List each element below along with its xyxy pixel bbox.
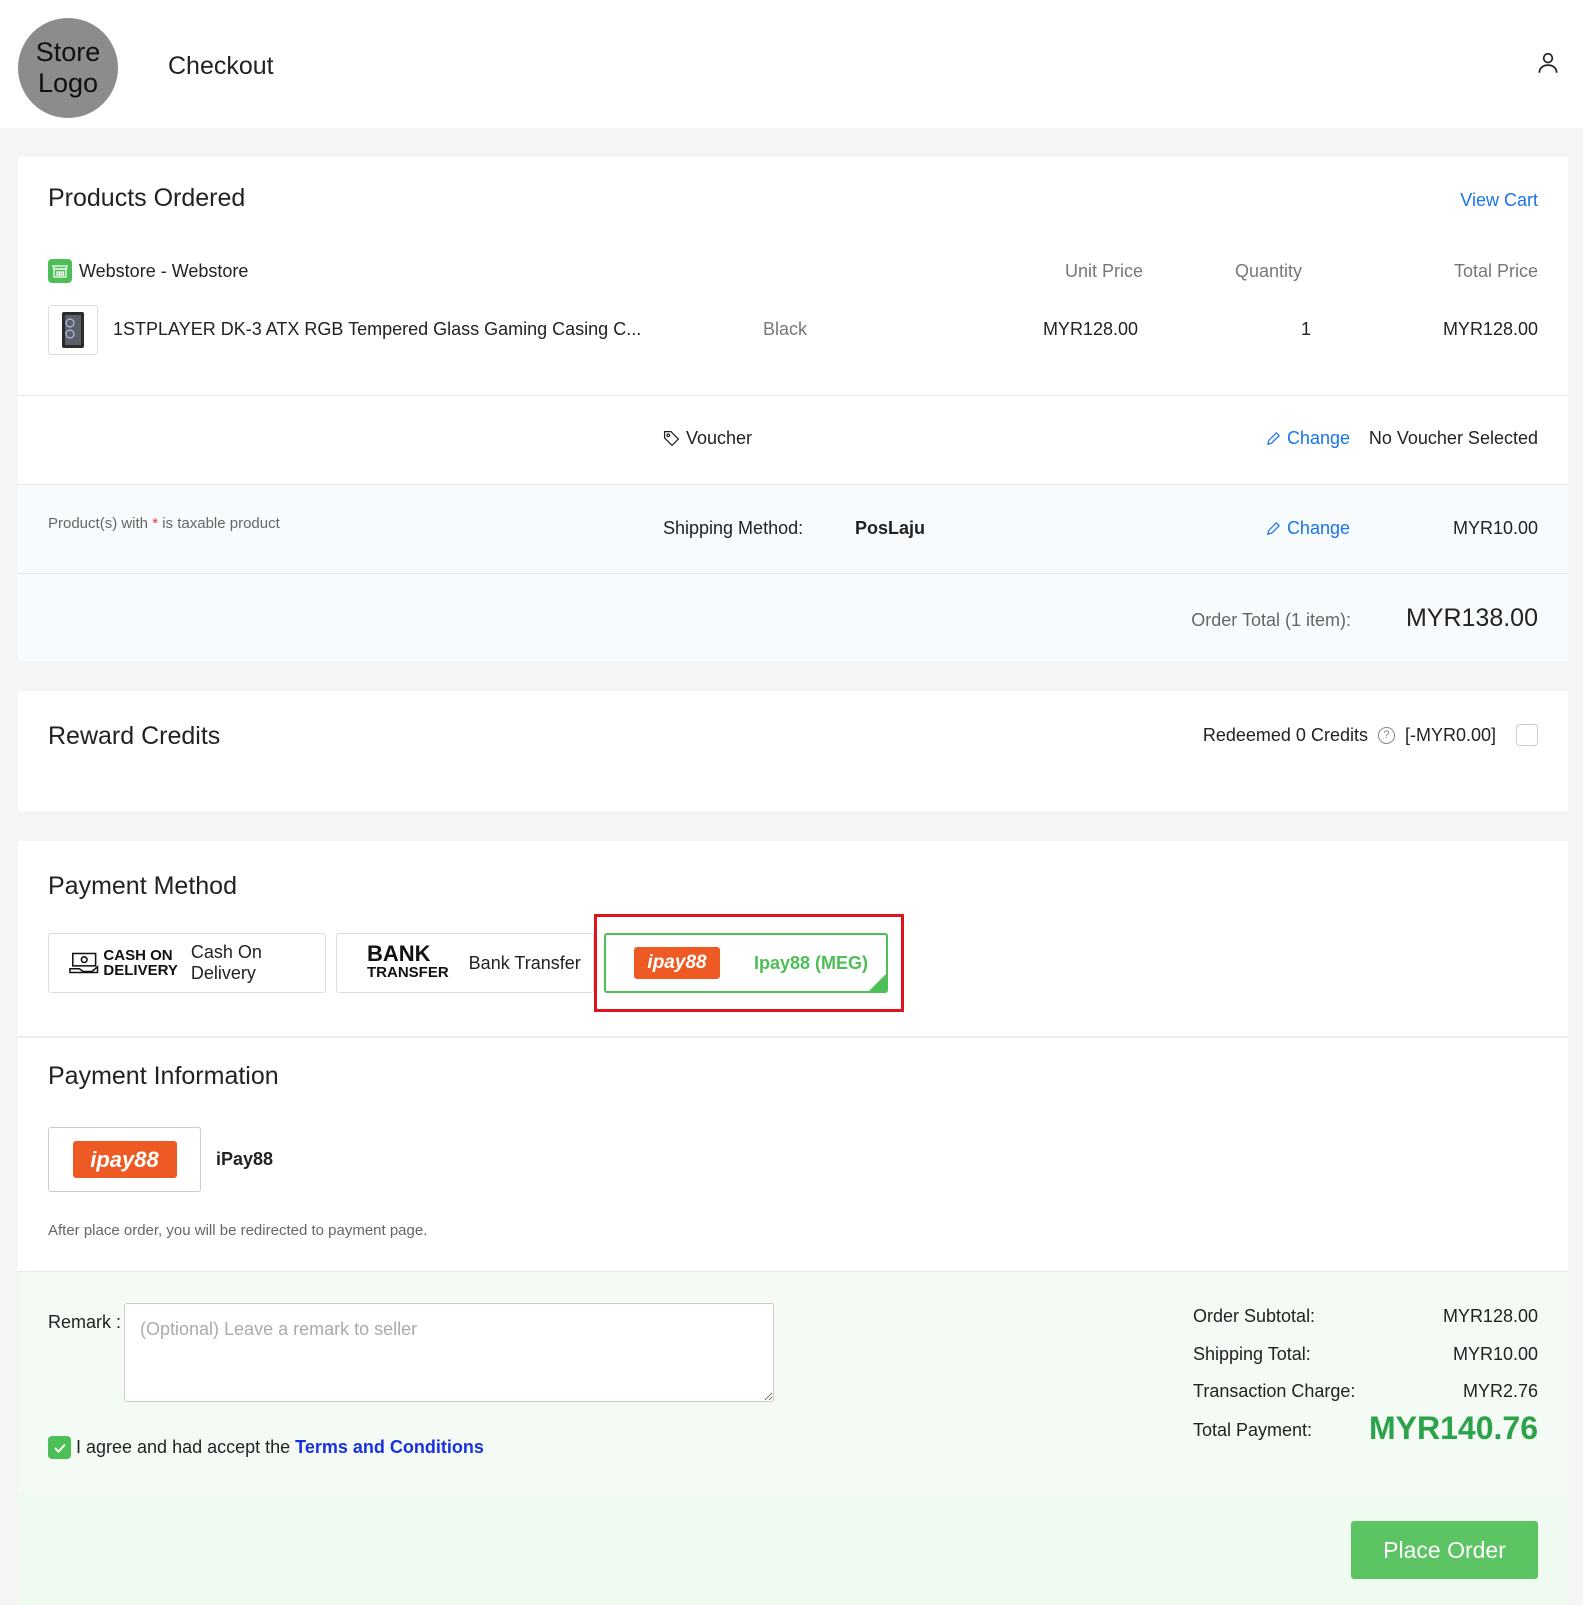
store-logo-text: Store Logo [35, 37, 101, 98]
payment-option-bank-transfer[interactable]: BANK TRANSFER Bank Transfer [336, 933, 594, 993]
shipping-row: Product(s) with * is taxable product Shi… [18, 485, 1568, 573]
order-total-row: Order Total (1 item): MYR138.00 [18, 574, 1568, 661]
remark-input[interactable] [124, 1303, 774, 1402]
header: Store Logo Checkout [0, 0, 1583, 128]
product-total-price: MYR128.00 [1442, 319, 1538, 339]
shipping-change-button[interactable]: Change [1266, 518, 1350, 539]
voucher-value: No Voucher Selected [1368, 428, 1538, 448]
payment-method-card: Payment Method CASH ON DELIVERY Cash On D… [18, 841, 1568, 1271]
product-name[interactable]: 1STPLAYER DK-3 ATX RGB Tempered Glass Ga… [113, 319, 641, 340]
bank-transfer-logo: BANK TRANSFER [367, 942, 449, 981]
payment-option-label: Bank Transfer [468, 952, 581, 973]
product-unit-price: MYR128.00 [1042, 319, 1138, 339]
payment-info-name: iPay88 [216, 1149, 274, 1169]
pencil-icon [1266, 522, 1280, 535]
store-icon [48, 259, 72, 283]
voucher-row: Voucher Change No Voucher Selected [18, 396, 1568, 484]
remark-label-text: Remark [48, 1312, 112, 1332]
bank-logo-line2: TRANSFER [367, 963, 449, 981]
products-title: Products Ordered [48, 184, 246, 212]
products-card: Products Ordered View Cart Webstore - We… [18, 157, 1568, 661]
bank-logo-line1: BANK [367, 940, 431, 966]
transaction-charge-value: MYR2.76 [1462, 1381, 1538, 1401]
subtotal-line: Order Subtotal: MYR128.00 [1193, 1306, 1538, 1327]
product-thumbnail[interactable] [48, 305, 98, 355]
payment-info-logo-card: ipay88 [48, 1127, 201, 1192]
remark-label: Remark : [48, 1312, 122, 1332]
tag-icon [663, 430, 680, 447]
order-total-label: Order Total (1 item): [1191, 610, 1351, 630]
total-payment-value: MYR140.76 [1369, 1410, 1538, 1446]
payment-method-title: Payment Method [48, 872, 237, 900]
shipping-method-name: PosLaju [855, 518, 926, 538]
voucher-label: Voucher [663, 428, 752, 449]
view-cart-link[interactable]: View Cart [1460, 190, 1538, 211]
tax-note: Product(s) with * is taxable product [48, 515, 280, 532]
col-total-price: Total Price [1453, 261, 1538, 281]
col-quantity: Quantity [1234, 261, 1302, 281]
place-order-button[interactable]: Place Order [1351, 1521, 1538, 1579]
reward-credits-card: Reward Credits Redeemed 0 Credits ? [-MY… [18, 691, 1568, 811]
cod-logo-line2: DELIVERY [103, 962, 178, 979]
user-icon[interactable] [1535, 50, 1561, 76]
order-summary: Remark : I agree and had accept the Term… [18, 1271, 1568, 1491]
shipping-total-value: MYR10.00 [1452, 1344, 1538, 1364]
voucher-label-text: Voucher [686, 428, 753, 448]
voucher-change-button[interactable]: Change [1266, 428, 1350, 449]
col-unit-price: Unit Price [1064, 261, 1143, 281]
selection-highlight [594, 914, 904, 1012]
product-quantity: 1 [1300, 319, 1311, 339]
shipping-price: MYR10.00 [1452, 518, 1538, 538]
help-icon[interactable]: ? [1377, 726, 1395, 744]
voucher-change-label: Change [1286, 428, 1350, 448]
order-total-value: MYR138.00 [1405, 604, 1538, 632]
total-payment-line: Total Payment: MYR140.76 [1193, 1410, 1538, 1446]
redeemed-credits-value: [-MYR0.00] [1404, 724, 1496, 745]
table-row: 1STPLAYER DK-3 ATX RGB Tempered Glass Ga… [48, 305, 1538, 355]
payment-option-cod[interactable]: CASH ON DELIVERY Cash On Delivery [48, 933, 326, 993]
pencil-icon [1266, 432, 1280, 445]
tax-note-suffix: is taxable product [158, 515, 280, 532]
store-row: Webstore - Webstore [48, 259, 248, 283]
shipping-total-line: Shipping Total: MYR10.00 [1193, 1344, 1538, 1365]
divider [18, 1036, 1568, 1038]
tax-note-prefix: Product(s) with [48, 515, 153, 532]
cash-icon [69, 952, 99, 974]
store-logo[interactable]: Store Logo [18, 18, 118, 118]
payment-info-note: After place order, you will be redirecte… [48, 1222, 428, 1239]
cod-logo: CASH ON DELIVERY [103, 948, 177, 978]
subtotal-label: Order Subtotal: [1193, 1306, 1316, 1326]
redeem-credits-checkbox[interactable] [1516, 724, 1538, 746]
agree-text: I agree and had accept the [76, 1437, 291, 1457]
payment-info-title: Payment Information [48, 1062, 279, 1090]
ipay88-logo: ipay88 [72, 1141, 177, 1178]
page-title: Checkout [168, 52, 274, 80]
agree-checkbox[interactable] [48, 1436, 71, 1459]
payment-option-label: Cash On Delivery [190, 942, 262, 983]
check-icon [53, 1443, 66, 1453]
total-payment-label: Total Payment: [1193, 1420, 1313, 1440]
agree-terms: I agree and had accept the Terms and Con… [48, 1436, 484, 1459]
redeemed-credits-text: Redeemed 0 Credits [1202, 724, 1368, 745]
transaction-charge-label: Transaction Charge: [1193, 1381, 1356, 1401]
shipping-total-label: Shipping Total: [1193, 1344, 1311, 1364]
store-name[interactable]: Webstore - Webstore [79, 261, 248, 282]
shipping-method-label: Shipping Method: [663, 518, 804, 538]
redeem-credits: Redeemed 0 Credits ? [-MYR0.00] [1203, 724, 1538, 746]
reward-credits-title: Reward Credits [48, 722, 221, 750]
shipping-change-label: Change [1286, 518, 1350, 538]
subtotal-value: MYR128.00 [1442, 1306, 1538, 1326]
terms-link[interactable]: Terms and Conditions [295, 1437, 484, 1458]
transaction-charge-line: Transaction Charge: MYR2.76 [1193, 1381, 1538, 1402]
place-order-bar: Place Order [18, 1492, 1568, 1605]
product-variant: Black [763, 319, 808, 339]
